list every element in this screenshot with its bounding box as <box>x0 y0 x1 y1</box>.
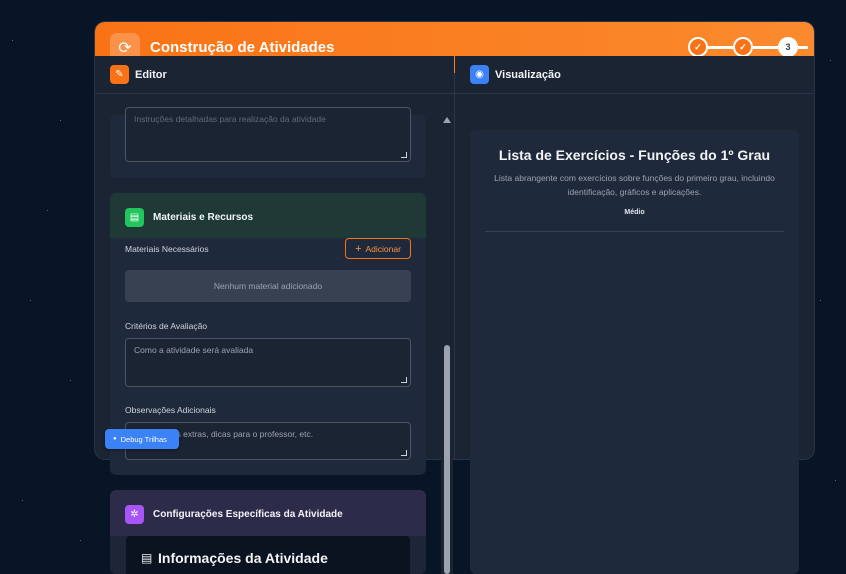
scroll-up-icon[interactable] <box>443 117 451 123</box>
step-2-check-icon[interactable]: ✓ <box>733 37 753 57</box>
materials-needed-label: Materiais Necessários <box>125 244 209 254</box>
resize-handle-icon[interactable] <box>401 450 407 456</box>
debug-trilhas-button[interactable]: ● Debug Trilhas <box>105 429 179 449</box>
pane-divider <box>454 73 455 459</box>
editor-scrollbar-thumb[interactable] <box>444 345 450 574</box>
instructions-card: Instruções detalhadas para realização da… <box>110 107 426 178</box>
eye-icon: ◉ <box>470 65 489 84</box>
preview-header-title: Visualização <box>495 68 561 81</box>
step-3[interactable]: 3 <box>778 37 798 57</box>
plus-icon: + <box>355 242 362 255</box>
bug-icon: ● <box>113 436 117 442</box>
step-connector <box>708 45 733 49</box>
instructions-placeholder: Instruções detalhadas para realização da… <box>134 114 326 124</box>
materials-empty-state: Nenhum material adicionado <box>125 270 411 302</box>
editor-pane-header: ✎ Editor <box>95 56 454 94</box>
criteria-placeholder: Como a atividade será avaliada <box>134 345 254 355</box>
preview-card: Lista de Exercícios - Funções do 1º Grau… <box>470 130 799 574</box>
step-connector <box>753 45 778 49</box>
progress-stepper: ✓ ✓ 3 <box>688 37 808 57</box>
debug-label: Debug Trilhas <box>120 434 167 444</box>
criteria-label: Critérios de Avaliação <box>125 321 208 331</box>
config-card-header: ✲ Configurações Específicas da Atividade <box>110 490 426 536</box>
resize-handle-icon[interactable] <box>401 152 407 158</box>
preview-description: Lista abrangente com exercícios sobre fu… <box>494 173 775 197</box>
preview-title: Lista de Exercícios - Funções do 1º Grau <box>498 147 771 163</box>
config-card: ✲ Configurações Específicas da Atividade… <box>110 490 426 574</box>
step-connector <box>798 45 808 49</box>
criteria-textarea[interactable]: Como a atividade será avaliada <box>125 338 411 387</box>
activity-info-panel: ▤ Informações da Atividade <box>126 536 410 574</box>
add-material-button[interactable]: + Adicionar <box>345 238 411 259</box>
activity-info-title: Informações da Atividade <box>158 550 328 566</box>
materials-title: Materiais e Recursos <box>153 212 254 223</box>
edit-icon: ✎ <box>110 65 129 84</box>
preview-pane-header: ◉ Visualização <box>455 56 814 94</box>
document-icon: ▤ <box>141 551 153 565</box>
modal-title: Construção de Atividades <box>150 39 335 56</box>
step-1-check-icon[interactable]: ✓ <box>688 37 708 57</box>
difficulty-badge: Médio <box>624 209 645 216</box>
book-icon: ▤ <box>125 208 144 227</box>
materials-card-header: ▤ Materiais e Recursos <box>110 193 426 238</box>
editor-title: Editor <box>135 68 167 81</box>
resize-handle-icon[interactable] <box>401 377 407 383</box>
config-title: Configurações Específicas da Atividade <box>153 509 343 520</box>
gear-icon: ✲ <box>125 505 144 524</box>
add-material-label: Adicionar <box>365 243 401 254</box>
preview-divider <box>485 231 784 232</box>
instructions-textarea[interactable]: Instruções detalhadas para realização da… <box>125 107 411 162</box>
observations-label: Observações Adicionais <box>125 405 216 415</box>
